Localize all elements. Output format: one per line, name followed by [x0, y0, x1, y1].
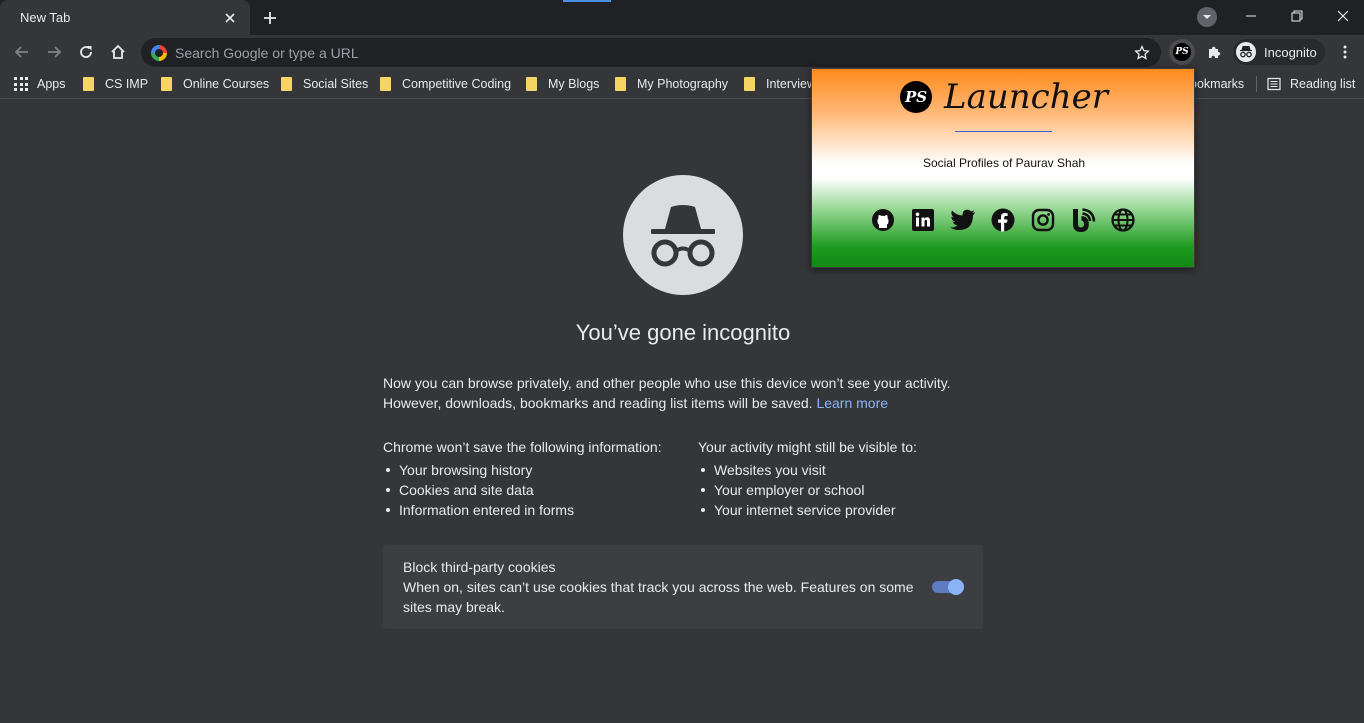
globe-icon[interactable]: [1110, 207, 1136, 233]
reading-list-button[interactable]: Reading list: [1267, 75, 1355, 93]
ps-logo-icon: PS: [1173, 43, 1191, 61]
twitter-icon[interactable]: [950, 207, 976, 233]
cookie-title: Block third-party cookies: [403, 559, 556, 575]
apps-grid-icon: [14, 77, 28, 91]
bookmark-label: Reading list: [1290, 77, 1356, 91]
cookie-controls-card: Block third-party cookies When on, sites…: [383, 545, 983, 629]
bookmark-folder[interactable]: My Blogs: [526, 75, 599, 93]
bookmark-folder[interactable]: Competitive Coding: [380, 75, 511, 93]
forward-icon[interactable]: [41, 39, 67, 65]
social-icons-row: [870, 206, 1136, 234]
popup-divider: [955, 131, 1052, 132]
back-icon[interactable]: [9, 39, 35, 65]
star-icon[interactable]: [1129, 40, 1155, 66]
list-item: Information entered in forms: [383, 500, 662, 520]
bookmark-label: Interview: [766, 77, 817, 91]
toggle-knob: [948, 579, 964, 595]
list-item: Your internet service provider: [698, 500, 917, 520]
google-icon: [151, 44, 167, 61]
cookie-description: When on, sites can’t use cookies that tr…: [403, 579, 914, 615]
close-tab-icon[interactable]: [222, 10, 238, 26]
minimize-icon[interactable]: [1228, 0, 1274, 32]
bookmark-label: ookmarks: [1190, 77, 1245, 91]
toolbar: PS Incognito: [0, 35, 1364, 69]
search-input[interactable]: [175, 44, 1129, 61]
incognito-avatar-icon: [1236, 42, 1256, 62]
bookmark-label: Apps: [37, 77, 66, 91]
menu-icon[interactable]: [1333, 39, 1357, 65]
bookmark-folder[interactable]: CS IMP: [83, 75, 148, 93]
ps-launcher-popup: PS Launcher Social Profiles of Paurav Sh…: [811, 68, 1195, 268]
folder-icon: [526, 77, 537, 91]
bookmark-label: Online Courses: [183, 77, 270, 91]
block-cookies-toggle[interactable]: [932, 579, 964, 595]
list-item: Cookies and site data: [383, 480, 662, 500]
ps-launcher-extension-icon[interactable]: PS: [1169, 39, 1195, 65]
list-item: Your employer or school: [698, 480, 917, 500]
incognito-profile-button[interactable]: Incognito: [1233, 39, 1325, 65]
folder-icon: [83, 77, 94, 91]
tab-search-icon[interactable]: [1197, 7, 1217, 27]
popup-subtitle: Social Profiles of Paurav Shah: [922, 156, 1086, 170]
page-title: You’ve gone incognito: [575, 320, 791, 345]
tab-strip: New Tab: [0, 0, 1364, 35]
bookmark-separator: [1256, 76, 1257, 92]
bookmark-apps[interactable]: Apps: [14, 75, 66, 93]
folder-icon: [380, 77, 391, 91]
extensions-puzzle-icon[interactable]: [1202, 39, 1228, 65]
reload-icon[interactable]: [73, 39, 99, 65]
bookmark-label: Competitive Coding: [402, 77, 512, 91]
bookmark-folder[interactable]: Online Courses: [161, 75, 269, 93]
blog-icon[interactable]: [1070, 207, 1096, 233]
tab-title: New Tab: [20, 10, 71, 25]
profile-label: Incognito: [1264, 44, 1317, 60]
popup-title: Launcher: [944, 77, 1108, 117]
bookmark-label: My Photography: [637, 77, 729, 91]
popup-header: PS Launcher: [812, 77, 1196, 117]
wont-save-list: Your browsing history Cookies and site d…: [383, 460, 662, 520]
wont-save-heading: Chrome won’t save the following informat…: [383, 439, 662, 455]
close-window-icon[interactable]: [1320, 0, 1364, 32]
linkedin-icon[interactable]: [910, 207, 936, 233]
github-icon[interactable]: [870, 207, 896, 233]
visible-to-section: Your activity might still be visible to:…: [698, 437, 917, 520]
instagram-icon[interactable]: [1030, 207, 1056, 233]
bookmark-folder[interactable]: Interview: [744, 75, 816, 93]
visible-to-heading: Your activity might still be visible to:: [698, 439, 917, 455]
tab-strip-accent: [563, 0, 611, 2]
wont-save-section: Chrome won’t save the following informat…: [383, 437, 662, 520]
intro-paragraph: Now you can browse privately, and other …: [383, 373, 983, 413]
learn-more-link[interactable]: Learn more: [816, 395, 888, 411]
bookmark-folder[interactable]: My Photography: [615, 75, 728, 93]
folder-icon: [615, 77, 626, 91]
bookmark-label: My Blogs: [548, 77, 600, 91]
reading-list-icon: [1267, 77, 1281, 91]
folder-icon: [281, 77, 292, 91]
visible-to-list: Websites you visit Your employer or scho…: [698, 460, 917, 520]
tab-new-tab[interactable]: New Tab: [0, 0, 250, 35]
facebook-icon[interactable]: [990, 207, 1016, 233]
bookmark-folder[interactable]: Social Sites: [281, 75, 368, 93]
bookmark-label: CS IMP: [105, 77, 149, 91]
ps-logo-icon: PS: [900, 81, 933, 113]
list-item: Websites you visit: [698, 460, 917, 480]
folder-icon: [744, 77, 755, 91]
bookmark-label: Social Sites: [303, 77, 369, 91]
bookmark-other-bookmarks[interactable]: ookmarks: [1190, 75, 1244, 93]
restore-icon[interactable]: [1274, 0, 1320, 32]
address-bar[interactable]: [141, 38, 1161, 67]
folder-icon: [161, 77, 172, 91]
new-tab-button[interactable]: [258, 6, 282, 30]
incognito-logo-icon: [623, 175, 743, 295]
home-icon[interactable]: [105, 39, 131, 65]
list-item: Your browsing history: [383, 460, 662, 480]
